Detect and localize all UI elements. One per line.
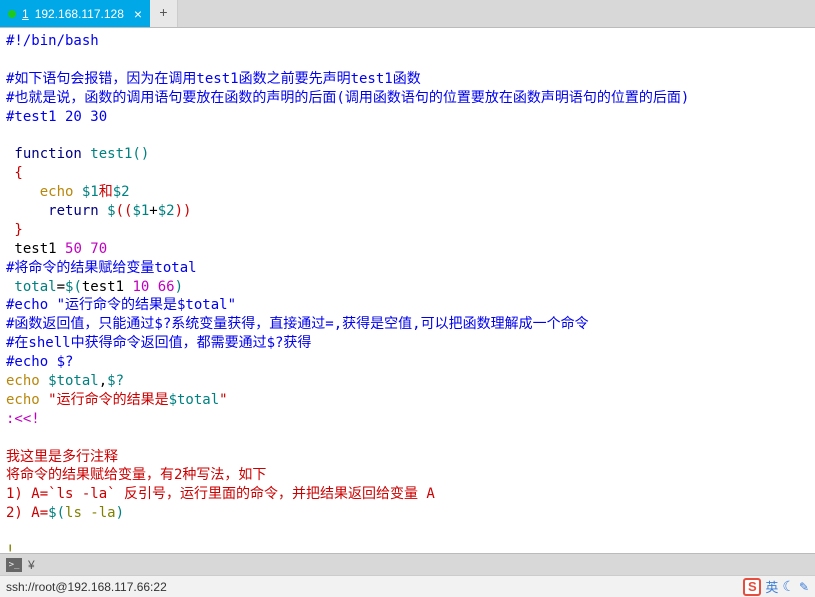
code-line: #test1 20 30	[6, 109, 107, 125]
tab-number: 1	[22, 7, 29, 21]
code-line: #在shell中获得命令返回值，都需要通过$?获得	[6, 335, 311, 351]
code-line: #!/bin/bash	[6, 33, 99, 49]
code-line: 我这里是多行注释	[6, 449, 118, 465]
code-line: #函数返回值，只能通过$?系统变量获得，直接通过=,获得是空值,可以把函数理解成…	[6, 316, 589, 332]
close-icon[interactable]: ×	[134, 6, 142, 22]
code-line: #也就是说，函数的调用语句要放在函数的声明的后面(调用函数语句的位置要放在函数声…	[6, 90, 689, 106]
tab-bar: 1 192.168.117.128 × +	[0, 0, 815, 28]
ime-badge-icon[interactable]: S	[743, 578, 761, 596]
code-line: #如下语句会报错，因为在调用test1函数之前要先声明test1函数	[6, 71, 421, 87]
code-line: #echo $?	[6, 354, 73, 370]
terminal-prompt: ¥	[28, 558, 35, 572]
code-line: }	[6, 222, 23, 238]
terminal-icon: >_	[6, 558, 22, 572]
code-keyword: return	[6, 203, 99, 219]
code-line: 将命令的结果赋给变量，有2种写法，如下	[6, 467, 266, 483]
connection-string: ssh://root@192.168.117.66:22	[6, 580, 167, 594]
connection-status-icon	[8, 10, 16, 18]
code-editor[interactable]: #!/bin/bash #如下语句会报错，因为在调用test1函数之前要先声明t…	[0, 28, 815, 553]
tab-active[interactable]: 1 192.168.117.128 ×	[0, 0, 150, 27]
add-tab-button[interactable]: +	[150, 0, 178, 27]
tab-label: 192.168.117.128	[35, 7, 124, 21]
code-keyword: echo	[6, 184, 73, 200]
status-right: S 英 ☾ ✎	[743, 577, 809, 596]
code-line: !	[6, 543, 14, 553]
code-line: 1) A=`ls -la` 反引号，运行里面的命令，并把结果返回给变量 A	[6, 486, 435, 502]
terminal-bar[interactable]: >_ ¥	[0, 553, 815, 575]
code-line: :<<!	[6, 411, 40, 427]
status-bar: ssh://root@192.168.117.66:22 S 英 ☾ ✎	[0, 575, 815, 597]
code-line: #echo "运行命令的结果是$total"	[6, 297, 236, 313]
moon-icon[interactable]: ☾	[782, 578, 795, 595]
code-keyword: function	[6, 146, 82, 162]
tool-icon[interactable]: ✎	[799, 580, 809, 594]
code-line: #将命令的结果赋给变量total	[6, 260, 197, 276]
code-line: {	[6, 165, 23, 181]
ime-language[interactable]: 英	[765, 577, 778, 596]
